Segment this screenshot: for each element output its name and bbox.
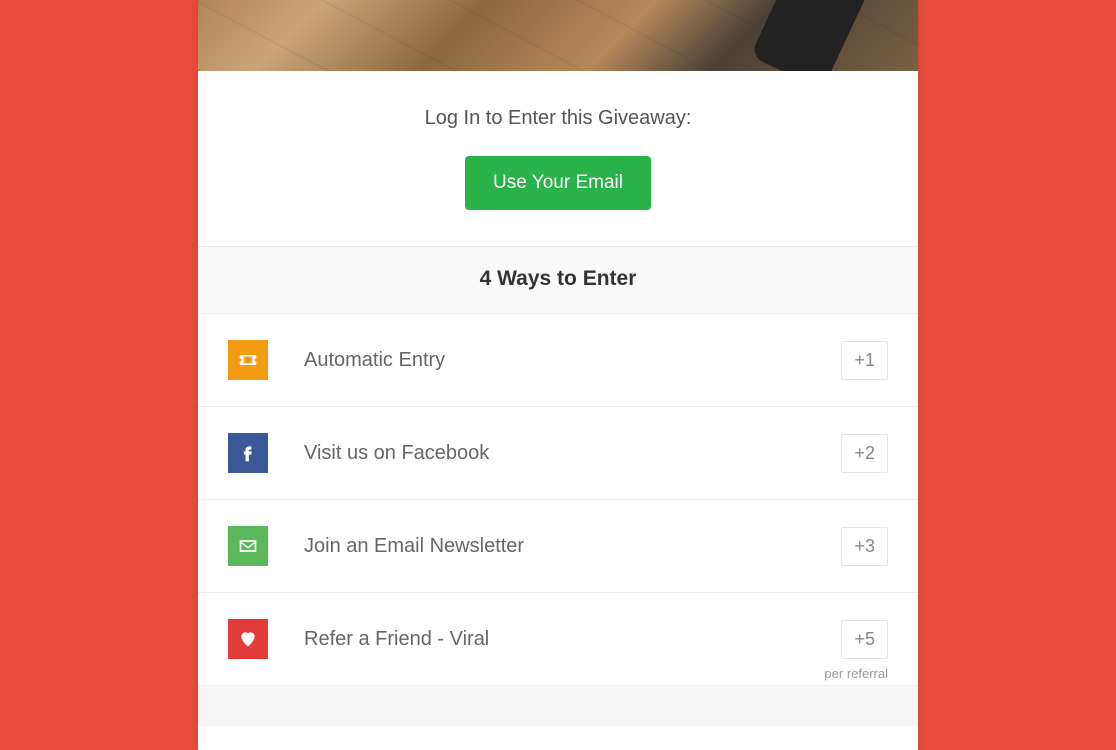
envelope-icon — [228, 526, 268, 566]
login-title: Log In to Enter this Giveaway: — [218, 107, 898, 130]
entry-points-badge: +2 — [841, 434, 888, 473]
heart-icon — [228, 619, 268, 659]
use-email-button[interactable]: Use Your Email — [465, 156, 651, 210]
entry-points-badge: +5 — [841, 620, 888, 659]
entry-points-badge: +1 — [841, 341, 888, 380]
entry-points-badge: +3 — [841, 527, 888, 566]
hero-image — [198, 0, 918, 71]
ways-header-title: 4 Ways to Enter — [208, 267, 908, 291]
entry-label: Join an Email Newsletter — [304, 535, 841, 558]
per-referral-note: per referral — [824, 666, 888, 681]
entry-label: Visit us on Facebook — [304, 442, 841, 465]
ways-header: 4 Ways to Enter — [198, 247, 918, 314]
entry-row-facebook[interactable]: Visit us on Facebook +2 — [198, 407, 918, 500]
entry-row-newsletter[interactable]: Join an Email Newsletter +3 — [198, 500, 918, 593]
login-section: Log In to Enter this Giveaway: Use Your … — [198, 71, 918, 247]
entry-label: Refer a Friend - Viral — [304, 628, 841, 651]
entry-row-automatic[interactable]: Automatic Entry +1 — [198, 314, 918, 407]
ticket-icon — [228, 340, 268, 380]
entry-row-refer[interactable]: Refer a Friend - Viral +5 per referral — [198, 593, 918, 686]
giveaway-widget: Log In to Enter this Giveaway: Use Your … — [198, 0, 918, 750]
entry-label: Automatic Entry — [304, 349, 841, 372]
footer-spacer — [198, 686, 918, 726]
facebook-icon — [228, 433, 268, 473]
